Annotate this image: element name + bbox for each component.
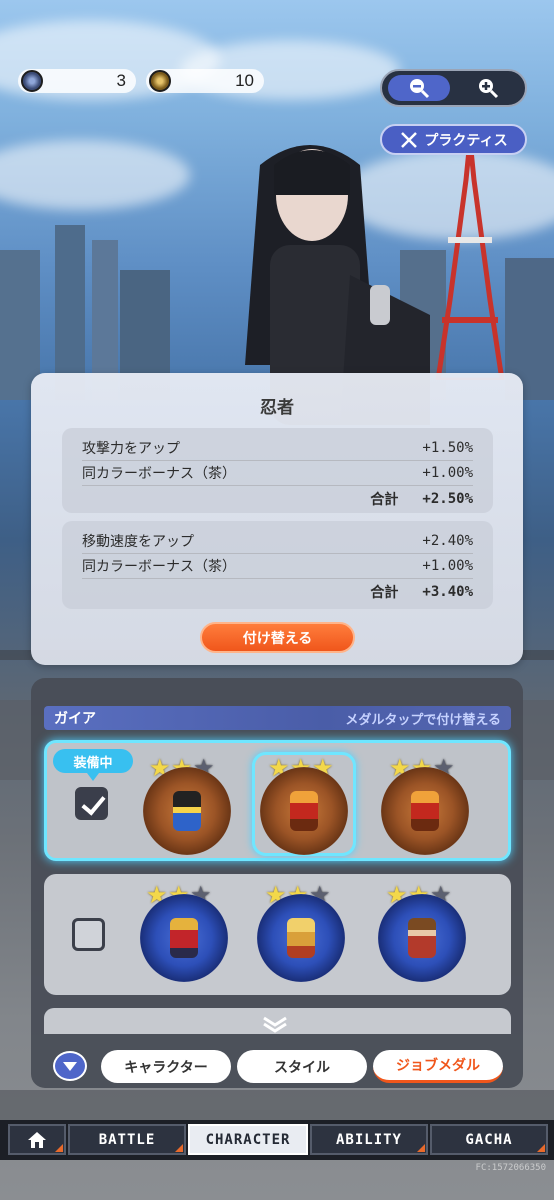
set-checkbox-checked[interactable]	[75, 787, 108, 820]
tab-job-medal[interactable]: ジョブメダル	[373, 1050, 503, 1083]
crossed-swords-icon	[401, 131, 418, 148]
double-chevron-down-icon[interactable]	[260, 1016, 290, 1034]
currency-gem: 3	[18, 69, 136, 93]
bonus-row: 同カラーボーナス（茶） +1.00%	[82, 461, 473, 486]
nav-home[interactable]	[8, 1124, 66, 1155]
bonus-total: 合計 +3.40%	[370, 583, 473, 601]
tab-style[interactable]: スタイル	[237, 1050, 367, 1083]
bonus-group-attack: 攻撃力をアップ +1.50% 同カラーボーナス（茶） +1.00% 合計 +2.50%	[62, 428, 493, 513]
bonus-group-speed: 移動速度をアップ +2.40% 同カラーボーナス（茶） +1.00% 合計 +3.40…	[62, 521, 493, 609]
popup-title: 忍者	[260, 398, 294, 418]
bonus-total: 合計 +2.50%	[370, 490, 473, 508]
nav-character[interactable]: CHARACTER	[188, 1124, 308, 1155]
zoom-in-button[interactable]	[458, 75, 520, 101]
red-warrior-medal-icon[interactable]	[260, 767, 348, 855]
black-mage-medal-icon[interactable]	[143, 767, 231, 855]
nav-ability[interactable]: ABILITY	[310, 1124, 428, 1155]
bonus-row: 同カラーボーナス（茶） +1.00%	[82, 554, 473, 579]
red-warrior-medal-icon[interactable]	[381, 767, 469, 855]
nav-gacha[interactable]: GACHA	[430, 1124, 548, 1155]
home-icon	[28, 1131, 46, 1148]
character-name: ガイア	[54, 711, 96, 727]
medal-panel: ガイア メダルタップで付け替える 装備中 ★★★ ★★★ ★★★ ★★★ ★★★…	[31, 678, 523, 1088]
panel-hint: メダルタップで付け替える	[345, 712, 501, 728]
bottom-nav: BATTLE CHARACTER ABILITY GACHA	[0, 1120, 554, 1160]
job-bonus-popup: 忍者 攻撃力をアップ +1.50% 同カラーボーナス（茶） +1.00% 合計 +2.…	[31, 373, 523, 665]
nav-battle[interactable]: BATTLE	[68, 1124, 186, 1155]
tokyo-tower-icon	[435, 140, 505, 380]
collapse-button[interactable]	[53, 1051, 87, 1081]
zoom-out-icon	[409, 79, 429, 99]
zoom-control	[380, 69, 527, 107]
bonus-row: 移動速度をアップ +2.40%	[82, 529, 473, 554]
gold-count: 10	[235, 71, 254, 90]
practice-button[interactable]: プラクティス	[380, 124, 527, 155]
tab-bar: キャラクター スタイル ジョブメダル	[31, 1045, 523, 1088]
footer-code: FC:1572066350	[475, 1163, 546, 1173]
brown-hair-hero-medal-icon[interactable]	[378, 894, 466, 982]
tab-character[interactable]: キャラクター	[101, 1050, 231, 1083]
medal-set-2[interactable]: ★★★ ★★★ ★★★	[44, 874, 511, 995]
bonus-row: 攻撃力をアップ +1.50%	[82, 436, 473, 461]
red-mage-medal-icon[interactable]	[140, 894, 228, 982]
gem-count: 3	[116, 71, 126, 90]
gold-coin-icon	[149, 70, 171, 92]
practice-label: プラクティス	[424, 132, 508, 149]
blonde-hero-medal-icon[interactable]	[257, 894, 345, 982]
zoom-in-icon	[479, 79, 499, 99]
currency-gold: 10	[146, 69, 264, 93]
zoom-out-button[interactable]	[388, 75, 450, 101]
gem-coin-icon	[21, 70, 43, 92]
equipped-badge: 装備中	[53, 749, 133, 781]
medal-panel-header: ガイア メダルタップで付け替える	[44, 706, 511, 730]
swap-button[interactable]: 付け替える	[200, 622, 355, 653]
medal-set-1[interactable]: 装備中 ★★★ ★★★ ★★★	[44, 740, 511, 861]
set-checkbox[interactable]	[72, 918, 105, 951]
